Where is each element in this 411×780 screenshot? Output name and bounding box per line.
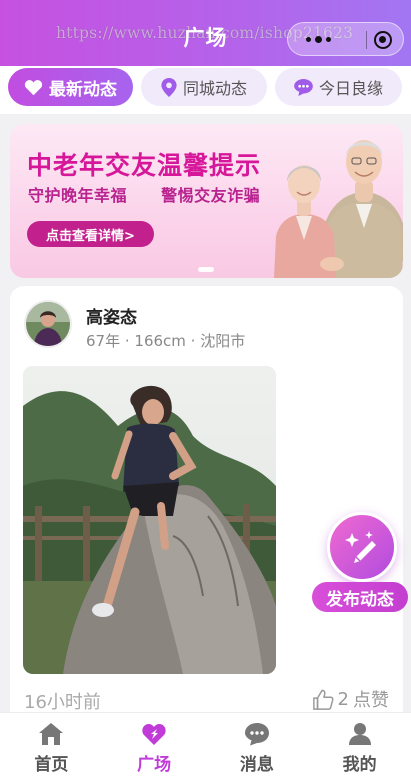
nav-profile-label: 我的 [342, 755, 377, 775]
user-height: 166cm [134, 332, 186, 350]
tab-same-city-label: 同城动态 [182, 79, 247, 98]
close-target-icon[interactable] [374, 31, 392, 49]
carousel-indicator[interactable] [198, 267, 214, 272]
tab-same-city[interactable]: 同城动态 [141, 68, 267, 106]
heart-icon [24, 79, 43, 95]
tabs-bar: 最新动态 同城动态 今日良缘 [0, 66, 411, 114]
header-bar: https://www.huzhan.com/ishop21623 广场 [0, 0, 411, 66]
post-time: 16小时前 [24, 692, 101, 713]
tab-today-match[interactable]: 今日良缘 [275, 68, 402, 106]
chat-bubble-icon [294, 78, 313, 96]
nav-home-label: 首页 [34, 755, 69, 775]
nav-square[interactable]: 广场 [103, 713, 206, 780]
square-icon [142, 723, 166, 745]
like-label: 点赞 [353, 690, 389, 711]
post-photo-image [23, 366, 276, 674]
safety-tips-banner[interactable]: 中老年交友温馨提示 守护晚年幸福 警惕交友诈骗 点击查看详情> [10, 124, 403, 278]
location-pin-icon [161, 77, 177, 97]
pencil-sparkle-icon [345, 531, 376, 563]
banner-subtitle: 守护晚年幸福 警惕交友诈骗 [28, 182, 260, 206]
user-name[interactable]: 高姿态 [86, 303, 137, 328]
banner-details-button[interactable]: 点击查看详情> [27, 221, 154, 247]
profile-icon [348, 723, 371, 745]
publish-button-label[interactable]: 发布动态 [312, 582, 408, 612]
post-photo[interactable] [23, 366, 276, 674]
user-age: 67年 [86, 332, 121, 350]
mini-program-capsule [287, 22, 404, 56]
publish-button[interactable] [327, 512, 397, 582]
message-icon [244, 723, 269, 746]
nav-profile[interactable]: 我的 [308, 713, 411, 780]
home-icon [39, 723, 64, 745]
nav-messages-label: 消息 [239, 755, 274, 775]
user-meta: 67年 · 166cm · 沈阳市 [86, 332, 246, 350]
nav-messages[interactable]: 消息 [206, 713, 309, 780]
more-dots-icon[interactable] [306, 36, 331, 43]
thumbs-up-icon [312, 689, 334, 710]
tab-today-match-label: 今日良缘 [318, 79, 383, 98]
avatar-image [26, 302, 70, 346]
nav-square-label: 广场 [137, 755, 172, 775]
banner-subtitle-left: 守护晚年幸福 [28, 186, 128, 205]
user-city: 沈阳市 [200, 332, 246, 350]
bottom-nav: 首页 广场 消息 我的 [0, 712, 411, 780]
like-button[interactable]: 2 点赞 [312, 686, 389, 712]
capsule-divider [366, 31, 367, 49]
elderly-couple-illustration [274, 140, 403, 278]
like-count: 2 [337, 688, 349, 710]
tab-latest-label: 最新动态 [49, 79, 117, 100]
nav-home[interactable]: 首页 [0, 713, 103, 780]
banner-title: 中老年交友温馨提示 [27, 151, 262, 180]
avatar[interactable] [24, 300, 72, 348]
banner-subtitle-right: 警惕交友诈骗 [161, 186, 261, 205]
post-card[interactable]: 高姿态 67年 · 166cm · 沈阳市 16小时前 2 点赞 [10, 286, 403, 726]
tab-latest[interactable]: 最新动态 [8, 68, 133, 106]
